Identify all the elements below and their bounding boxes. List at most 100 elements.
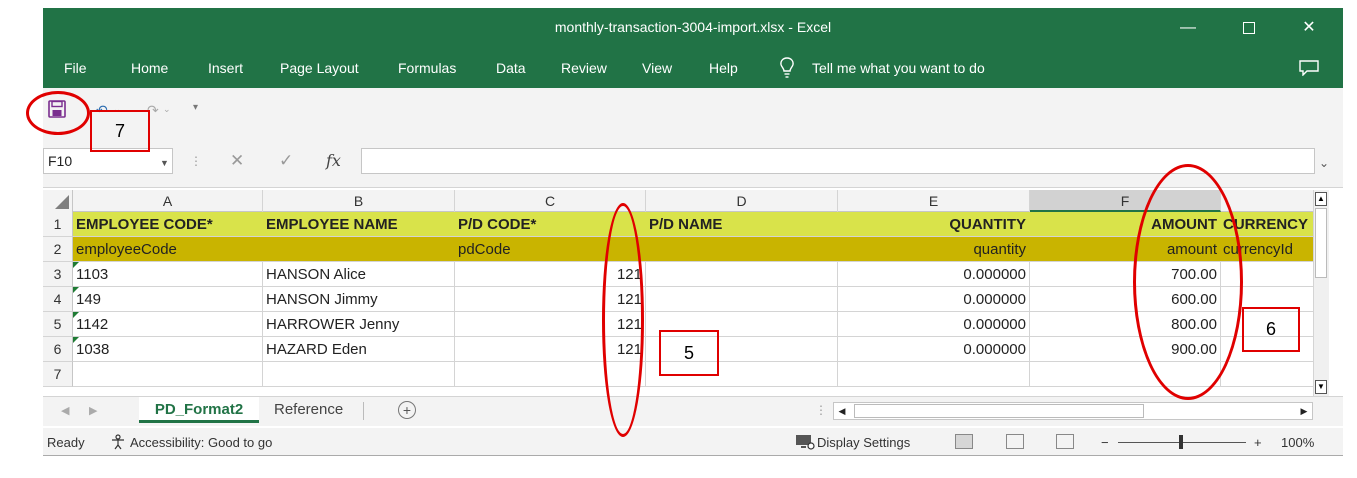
cell-d1[interactable]: P/D NAME (646, 212, 838, 237)
row-header-5[interactable]: 5 (43, 312, 73, 337)
number-as-text-indicator (73, 287, 79, 293)
table-row: EMPLOYEE CODE* EMPLOYEE NAME P/D CODE* P… (73, 212, 1313, 237)
tab-page-layout[interactable]: Page Layout (280, 60, 359, 76)
cell-a5[interactable]: 1142 (73, 312, 263, 337)
formula-bar: F10 ▼ ⋮ ✕ ✓ fx ⌄ (43, 144, 1343, 188)
sheet-tab-pd-format2[interactable]: PD_Format2 (139, 397, 259, 423)
row-header-3[interactable]: 3 (43, 262, 73, 287)
cell-a1[interactable]: EMPLOYEE CODE* (73, 212, 263, 237)
number-as-text-indicator (73, 312, 79, 318)
normal-view-icon[interactable] (955, 434, 973, 449)
annotation-box-5: 5 (659, 330, 719, 376)
status-bar: Ready Accessibility: Good to go Display … (43, 428, 1343, 456)
tab-splitter-icon[interactable]: ⋮ (815, 403, 827, 417)
tab-insert[interactable]: Insert (208, 60, 243, 76)
tab-divider (363, 402, 364, 420)
cell-a3[interactable]: 1103 (73, 262, 263, 287)
display-settings-button[interactable]: Display Settings (817, 435, 910, 450)
accessibility-status[interactable]: Accessibility: Good to go (130, 435, 272, 450)
row-header-4[interactable]: 4 (43, 287, 73, 312)
cell-e3[interactable]: 0.000000 (838, 262, 1030, 287)
cell-a6[interactable]: 1038 (73, 337, 263, 362)
column-header-a[interactable]: A (73, 190, 263, 212)
cell-a4[interactable]: 149 (73, 287, 263, 312)
insert-function-button[interactable]: fx (326, 151, 341, 170)
cell-d2[interactable] (646, 237, 838, 262)
cell-b4[interactable]: HANSON Jimmy (263, 287, 455, 312)
vertical-scroll-thumb[interactable] (1315, 208, 1327, 278)
annotation-box-7: 7 (90, 110, 150, 152)
lightbulb-icon (780, 57, 794, 78)
cell-a7[interactable] (73, 362, 263, 387)
display-settings-icon (796, 435, 815, 450)
accessibility-icon (112, 434, 124, 450)
column-header-e[interactable]: E (838, 190, 1030, 212)
cell-b1[interactable]: EMPLOYEE NAME (263, 212, 455, 237)
zoom-level[interactable]: 100% (1281, 435, 1314, 450)
scroll-right-icon[interactable]: ▶ (1296, 403, 1312, 419)
cell-e6[interactable]: 0.000000 (838, 337, 1030, 362)
name-box-dropdown-icon[interactable]: ▼ (160, 158, 169, 168)
tab-file[interactable]: File (64, 60, 87, 76)
cell-b3[interactable]: HANSON Alice (263, 262, 455, 287)
page-layout-view-icon[interactable] (1006, 434, 1024, 449)
tell-me-search[interactable]: Tell me what you want to do (812, 60, 985, 76)
scroll-down-icon[interactable]: ▼ (1315, 380, 1327, 394)
annotation-circle-save (26, 91, 90, 135)
zoom-out-button[interactable]: − (1101, 435, 1109, 450)
cell-e4[interactable]: 0.000000 (838, 287, 1030, 312)
redo-dropdown-icon[interactable]: ⌄ (163, 104, 171, 115)
zoom-in-button[interactable]: + (1254, 435, 1262, 450)
row-header-6[interactable]: 6 (43, 337, 73, 362)
tab-home[interactable]: Home (131, 60, 168, 76)
zoom-slider-thumb[interactable] (1179, 435, 1183, 449)
sheet-tab-reference[interactable]: Reference (264, 397, 353, 423)
scroll-up-icon[interactable]: ▲ (1315, 192, 1327, 206)
customize-toolbar-icon[interactable]: ▾ (193, 102, 198, 113)
column-header-g[interactable] (1221, 190, 1313, 212)
select-all-button[interactable] (43, 190, 73, 212)
tab-view[interactable]: View (642, 60, 672, 76)
close-button[interactable]: ✕ (1289, 14, 1329, 42)
cell-b6[interactable]: HAZARD Eden (263, 337, 455, 362)
page-break-view-icon[interactable] (1056, 434, 1074, 449)
add-sheet-button[interactable]: + (398, 401, 416, 419)
tab-data[interactable]: Data (496, 60, 526, 76)
row-header-2[interactable]: 2 (43, 237, 73, 262)
cell-e7[interactable] (838, 362, 1030, 387)
tab-help[interactable]: Help (709, 60, 738, 76)
status-ready: Ready (47, 435, 85, 450)
row-header-1[interactable]: 1 (43, 212, 73, 237)
sheet-tabs-bar: ◀ ▶ PD_Format2 Reference + ⋮ ◀ ▶ (43, 396, 1343, 426)
horizontal-scrollbar[interactable]: ◀ ▶ (833, 402, 1313, 420)
cell-g7[interactable] (1221, 362, 1313, 387)
cell-b5[interactable]: HARROWER Jenny (263, 312, 455, 337)
maximize-button[interactable] (1229, 14, 1269, 42)
more-options-icon: ⋮ (190, 154, 202, 168)
tab-formulas[interactable]: Formulas (398, 60, 456, 76)
scroll-left-icon[interactable]: ◀ (834, 403, 850, 419)
horizontal-scroll-thumb[interactable] (854, 404, 1144, 418)
cell-d4[interactable] (646, 287, 838, 312)
prev-sheet-icon[interactable]: ◀ (61, 404, 69, 417)
cancel-formula-button[interactable]: ✕ (230, 151, 244, 171)
cell-e5[interactable]: 0.000000 (838, 312, 1030, 337)
expand-formula-bar-icon[interactable]: ⌄ (1319, 156, 1329, 170)
column-header-b[interactable]: B (263, 190, 455, 212)
row-header-7[interactable]: 7 (43, 362, 73, 387)
enter-formula-button[interactable]: ✓ (279, 151, 293, 171)
comments-icon[interactable] (1299, 60, 1319, 76)
table-row: employeeCode pdCode quantity amount curr… (73, 237, 1313, 262)
tab-review[interactable]: Review (561, 60, 607, 76)
annotation-ellipse-pd-code (602, 203, 644, 437)
minimize-button[interactable]: — (1168, 14, 1208, 42)
cell-a2[interactable]: employeeCode (73, 237, 263, 262)
column-header-d[interactable]: D (646, 190, 838, 212)
maximize-icon (1243, 21, 1255, 34)
cell-e2[interactable]: quantity (838, 237, 1030, 262)
cell-e1[interactable]: QUANTITY (838, 212, 1030, 237)
next-sheet-icon[interactable]: ▶ (89, 404, 97, 417)
cell-d3[interactable] (646, 262, 838, 287)
cell-b2[interactable] (263, 237, 455, 262)
cell-b7[interactable] (263, 362, 455, 387)
